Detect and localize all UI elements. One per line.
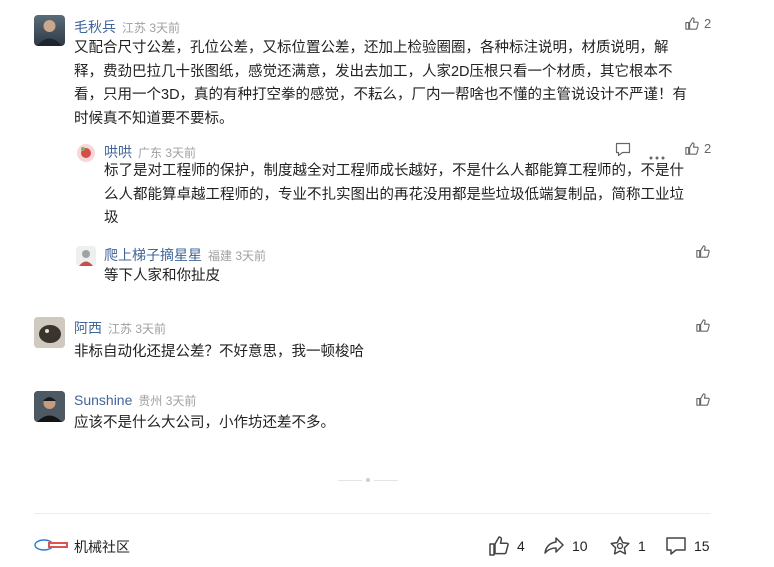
comment-icon — [615, 142, 631, 157]
favorite-button[interactable]: 1 — [609, 535, 646, 557]
thumbs-up-icon — [696, 393, 710, 406]
comment-bubble-icon — [666, 537, 686, 555]
like-button[interactable]: 2 — [684, 141, 711, 156]
avatar[interactable] — [34, 391, 65, 422]
thumbs-up-icon — [685, 17, 699, 30]
comment-meta: 江苏 3天前 — [108, 322, 167, 336]
avatar[interactable] — [76, 246, 96, 266]
article-like-button[interactable]: 4 — [488, 535, 525, 557]
thumbs-up-icon — [489, 536, 509, 556]
logo-icon — [34, 539, 68, 551]
like-button[interactable] — [695, 392, 710, 407]
like-button[interactable] — [695, 244, 710, 259]
comment-text: 应该不是什么大公司，小作坊还差不多。 — [74, 415, 335, 431]
commenter-name[interactable]: 毛秋兵 江苏 3天前 — [74, 17, 180, 37]
share-icon — [544, 537, 564, 554]
comment-meta: 贵州 3天前 — [138, 394, 197, 408]
avatar[interactable] — [34, 317, 65, 348]
share-button[interactable]: 10 — [543, 535, 588, 557]
avatar[interactable] — [34, 15, 65, 46]
reply-text: 等下人家和你扯皮 — [104, 268, 220, 284]
thumbs-up-icon — [685, 142, 699, 155]
comment-meta: 福建 3天前 — [208, 249, 267, 263]
commenter-name[interactable]: 爬上梯子摘星星 福建 3天前 — [104, 245, 266, 265]
reply-text: 标了是对工程师的保护，制度越全对工程师成长越好，不是什么人都能算工程师的，不是什… — [104, 163, 684, 226]
like-button[interactable]: 2 — [684, 16, 711, 31]
source-name[interactable]: 机械社区 — [74, 537, 130, 557]
comment-meta: 江苏 3天前 — [122, 21, 181, 35]
loading-indicator — [338, 478, 398, 482]
thumbs-up-icon — [696, 245, 710, 258]
avatar[interactable] — [76, 143, 96, 163]
comment-count-button[interactable]: 15 — [665, 535, 710, 557]
footer-divider — [34, 513, 711, 514]
commenter-name[interactable]: 哄哄 广东 3天前 — [104, 142, 196, 162]
comment-text: 非标自动化还提公差？不好意思，我一顿梭哈 — [74, 344, 364, 360]
commenter-name[interactable]: Sunshine 贵州 3天前 — [74, 392, 196, 409]
comment-text: 又配合尺寸公差，孔位公差，又标位置公差，还加上检验圈圈，各种标注说明，材质说明，… — [74, 40, 688, 127]
like-button[interactable] — [695, 318, 710, 333]
star-icon — [610, 536, 630, 555]
source-logo[interactable] — [34, 538, 68, 557]
reply-button[interactable] — [615, 142, 631, 162]
comment-meta: 广东 3天前 — [138, 146, 197, 160]
commenter-name[interactable]: 阿西 江苏 3天前 — [74, 318, 166, 338]
thumbs-up-icon — [696, 319, 710, 332]
